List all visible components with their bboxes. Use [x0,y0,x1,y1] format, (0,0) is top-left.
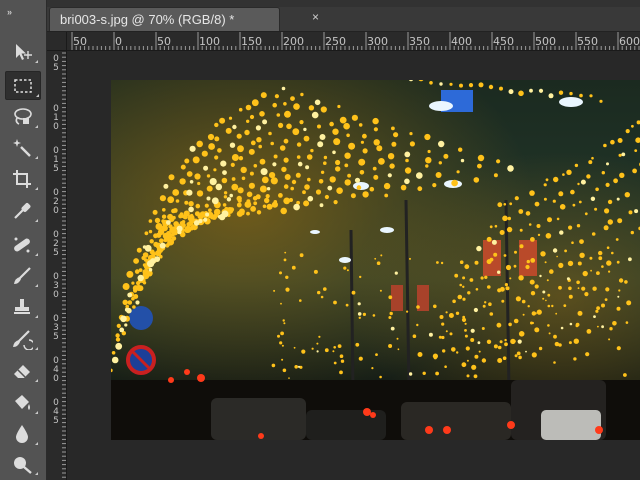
rectangular-marquee-tool[interactable] [5,71,41,100]
ruler-label: 5 [53,248,59,258]
magic-wand-icon [13,138,31,157]
paint-bucket-icon [15,394,30,410]
ruler-label: 500 [535,35,556,48]
move-tool[interactable] [5,38,39,65]
document-tab-title: bri003-s.jpg @ 70% (RGB/8) * [60,12,235,27]
horizontal-ruler[interactable]: 50 0 50 100 150 200 250 300 350 400 450 … [67,32,640,51]
lasso-tool[interactable] [5,103,39,130]
lasso-icon [14,107,32,125]
spot-healing-tool[interactable] [5,231,39,258]
history-brush-tool[interactable] [5,325,39,352]
marquee-icon [14,78,32,93]
ruler-label: 100 [199,35,220,48]
move-icon [16,43,32,60]
clone-stamp-tool[interactable] [5,293,39,320]
brush-tool[interactable] [5,262,39,289]
brush-icon [14,266,31,284]
ruler-label: 5 [53,164,59,174]
eyedropper-icon [14,202,31,219]
crop-icon [13,169,31,188]
vertical-ruler[interactable]: 05010015020025030035040045 [47,51,67,480]
crop-tool[interactable] [5,165,39,192]
ruler-label: 400 [451,35,472,48]
eyedropper-tool[interactable] [5,197,39,224]
dodge-tool[interactable] [5,450,39,477]
document-tab[interactable]: bri003-s.jpg @ 70% (RGB/8) * [49,7,280,31]
ruler-label: 0 [53,290,59,300]
stamp-icon [14,298,30,314]
ruler-label: 5 [53,63,59,73]
paint-bucket-tool[interactable] [5,389,39,416]
eraser-icon [14,364,30,378]
blur-tool[interactable] [5,420,39,447]
magic-wand-tool[interactable] [5,134,39,161]
ruler-label: 250 [325,35,346,48]
ruler-label: 50 [157,35,171,48]
ruler-label: 0 [53,122,59,132]
healing-icon [14,237,30,252]
ruler-label: 50 [73,35,87,48]
ruler-label: 300 [367,35,388,48]
ruler-label: 0 [53,206,59,216]
dodge-icon [14,456,32,474]
ruler-label: 0 [53,374,59,384]
ruler-label: 450 [493,35,514,48]
document-tab-bar: bri003-s.jpg @ 70% (RGB/8) * [47,7,640,32]
ruler-label: 5 [53,416,59,426]
ruler-label: 5 [53,332,59,342]
ruler-label: 150 [241,35,262,48]
close-document-button[interactable]: × [312,10,319,24]
ruler-label: 200 [283,35,304,48]
canvas-area[interactable] [67,51,640,480]
eraser-tool[interactable] [5,357,39,384]
history-brush-icon [13,329,33,350]
tools-panel: » [0,0,47,480]
ruler-origin[interactable] [47,32,67,51]
ruler-label: 550 [577,35,598,48]
ruler-label: 600 [619,35,640,48]
collapse-panel-button[interactable]: » [7,7,12,17]
blur-icon [16,424,28,443]
document-image[interactable] [111,80,640,440]
ruler-label: 350 [409,35,430,48]
ruler-label: 0 [115,35,122,48]
